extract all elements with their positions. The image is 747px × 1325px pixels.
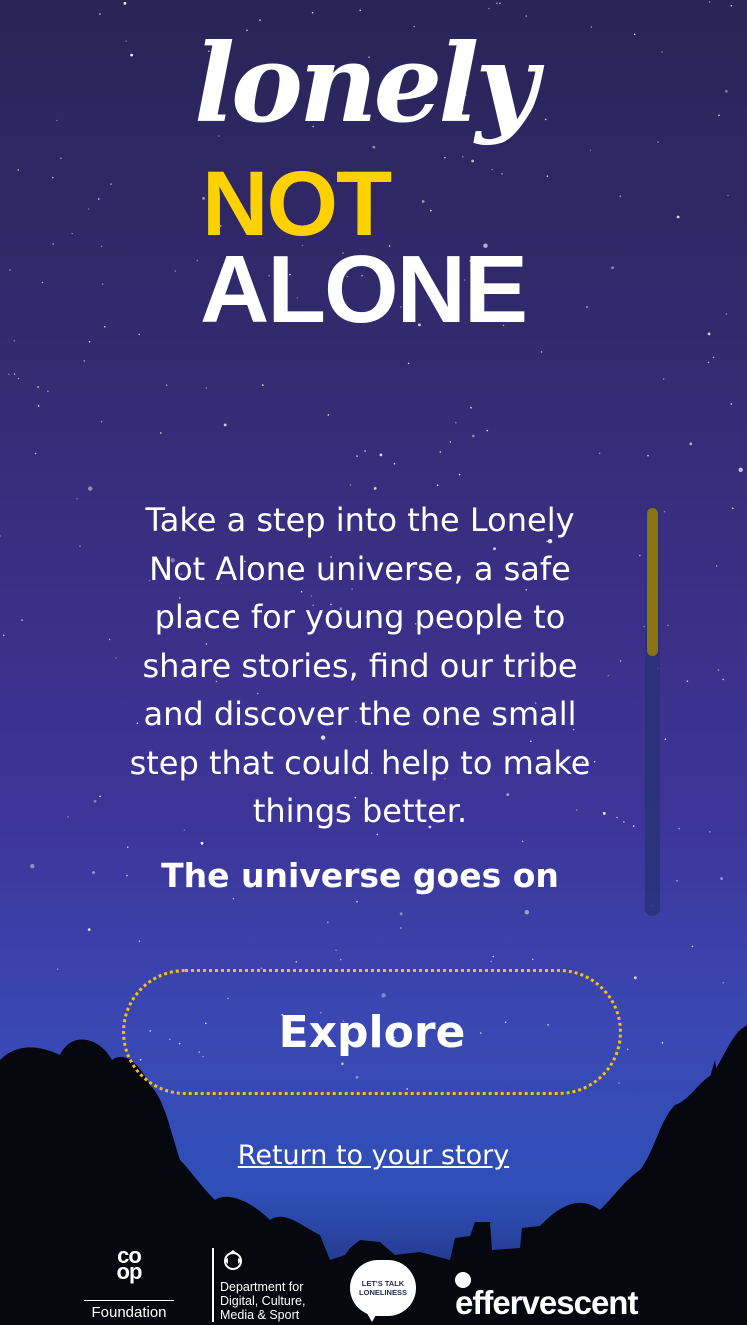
coop-divider: [84, 1300, 174, 1301]
lets-talk-loneliness-logo: LET'S TALK LONELINESS: [350, 1260, 418, 1322]
dcms-logo: Department for Digital, Culture, Media &…: [212, 1248, 332, 1322]
speech-bubble-icon: LET'S TALK LONELINESS: [350, 1260, 416, 1316]
dcms-bar: [212, 1248, 214, 1322]
coop-foundation-label: Foundation: [91, 1304, 167, 1321]
logo-word-alone: ALONE: [200, 236, 528, 343]
return-to-story-link[interactable]: Return to your story: [0, 1140, 747, 1171]
speech-bubble-tail: [364, 1308, 380, 1322]
dcms-line-1: Department for: [220, 1280, 304, 1294]
partner-logos: co op Foundation Department for Digital,…: [0, 1240, 747, 1325]
royal-crest-icon: [224, 1250, 242, 1270]
explore-button[interactable]: Explore: [122, 969, 622, 1095]
dcms-name: Department for Digital, Culture, Media &…: [220, 1280, 332, 1322]
coop-foundation-logo: co op Foundation: [84, 1245, 174, 1324]
intro-subheading: The universe goes on: [161, 855, 559, 895]
coop-mark-bottom: op: [116, 1259, 143, 1284]
intro-text: Take a step into the Lonely Not Alone un…: [129, 501, 591, 830]
intro-scroll-area[interactable]: Take a step into the Lonely Not Alone un…: [110, 496, 610, 928]
logo-word-lonely: lonely: [194, 21, 538, 147]
effervescent-wordmark: effervescent: [455, 1284, 638, 1321]
dcms-line-3: Media & Sport: [220, 1308, 300, 1322]
dcms-line-2: Digital, Culture,: [220, 1294, 306, 1308]
lonely-not-alone-logo: lonely NOT ALONE: [180, 30, 580, 340]
effervescent-logo: effervescent: [455, 1270, 665, 1321]
ltl-line-2: LONELINESS: [359, 1288, 407, 1297]
scrollbar-thumb[interactable]: [647, 508, 658, 656]
ltl-line-1: LET'S TALK: [361, 1279, 405, 1288]
